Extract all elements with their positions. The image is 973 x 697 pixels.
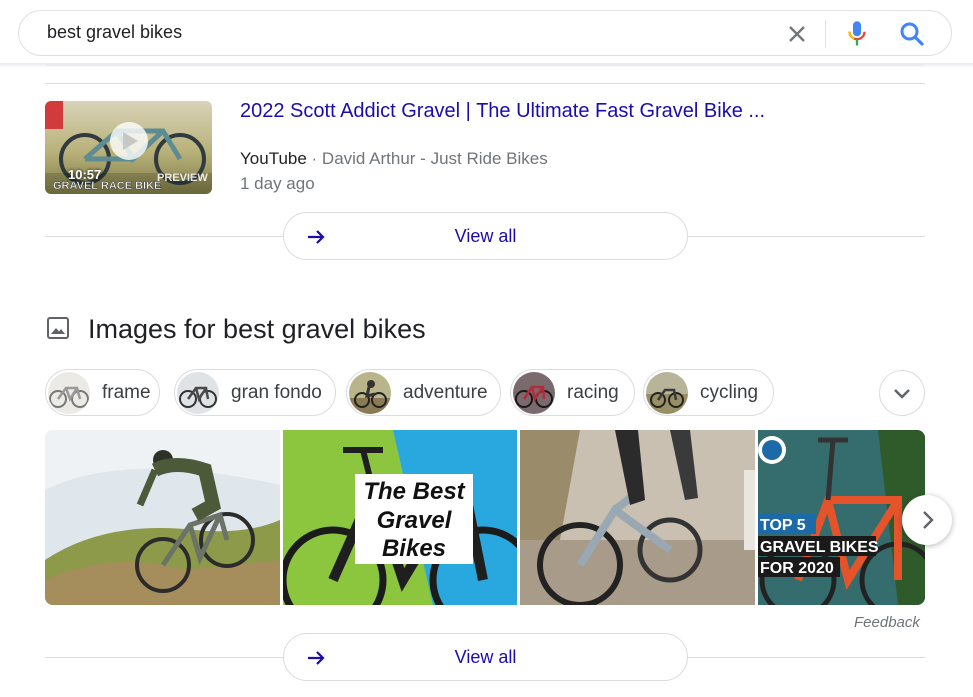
- feedback-link[interactable]: Feedback: [854, 614, 920, 631]
- search-input[interactable]: [47, 22, 727, 43]
- gravel-rider-photo: [45, 430, 280, 605]
- photo4-line1: TOP 5: [760, 517, 806, 534]
- video-source: YouTube: [240, 149, 307, 168]
- chip-gran-fondo[interactable]: gran fondo: [174, 369, 336, 416]
- chip-adventure[interactable]: adventure: [346, 369, 501, 416]
- chip-racing[interactable]: racing: [510, 369, 635, 416]
- image-result-4[interactable]: TOP 5 GRAVEL BIKES FOR 2020: [758, 430, 925, 605]
- svg-text:PREVIEW: PREVIEW: [157, 172, 208, 184]
- chip-thumbnail: [48, 372, 90, 414]
- image-result-1[interactable]: [45, 430, 280, 605]
- divider: [825, 20, 826, 48]
- image-icon: [47, 317, 69, 339]
- chip-label: frame: [102, 382, 151, 403]
- chip-thumbnail: [513, 372, 555, 414]
- chevron-down-icon: [894, 389, 910, 399]
- search-icon: [900, 22, 924, 46]
- carousel-next-button[interactable]: [902, 495, 952, 545]
- image-result-2[interactable]: The Best Gravel Bikes: [283, 430, 517, 605]
- photo2-line2: Gravel: [377, 507, 453, 534]
- top-5-gravel-bikes-graphic: TOP 5 GRAVEL BIKES FOR 2020: [758, 430, 925, 605]
- search-box: [18, 10, 952, 56]
- chip-thumbnail: [177, 372, 219, 414]
- chip-cycling[interactable]: cycling: [643, 369, 774, 416]
- chevron-right-icon: [923, 511, 934, 529]
- microphone-icon: [848, 21, 866, 46]
- best-gravel-bikes-graphic: The Best Gravel Bikes: [283, 430, 517, 605]
- expand-chips-button[interactable]: [879, 370, 925, 416]
- voice-search-button[interactable]: [843, 19, 871, 49]
- search-button[interactable]: [897, 19, 927, 49]
- chip-label: gran fondo: [231, 382, 322, 403]
- image-result-3[interactable]: [520, 430, 755, 605]
- photo4-line2: GRAVEL BIKES: [760, 539, 879, 556]
- video-duration: 10:57: [68, 167, 102, 182]
- meta-separator: ·: [306, 149, 322, 168]
- chip-thumbnail: [349, 372, 391, 414]
- chip-label: racing: [567, 382, 619, 403]
- video-date: 1 day ago: [240, 174, 315, 193]
- clear-search-button[interactable]: [783, 20, 811, 48]
- photo2-line1: The Best: [363, 478, 465, 505]
- view-all-videos-button[interactable]: View all: [283, 212, 688, 260]
- chip-frame[interactable]: frame: [45, 369, 160, 416]
- view-all-label: View all: [454, 226, 517, 246]
- video-channel: David Arthur - Just Ride Bikes: [321, 149, 548, 168]
- video-title-link[interactable]: 2022 Scott Addict Gravel | The Ultimate …: [240, 100, 765, 123]
- images-heading: Images for best gravel bikes: [88, 314, 426, 344]
- previous-card-edge: [45, 63, 925, 66]
- chip-thumbnail: [646, 372, 688, 414]
- chip-label: cycling: [700, 382, 759, 403]
- photo2-line3: Bikes: [382, 535, 446, 562]
- chip-label: adventure: [403, 382, 488, 403]
- view-all-label: View all: [454, 647, 517, 667]
- gravel-ride-closeup-photo: [520, 430, 755, 605]
- close-icon: [789, 26, 805, 42]
- photo4-line3: FOR 2020: [760, 560, 834, 577]
- divider: [45, 83, 925, 84]
- video-meta: YouTube · David Arthur - Just Ride Bikes: [240, 149, 548, 169]
- view-all-images-button[interactable]: View all: [283, 633, 688, 681]
